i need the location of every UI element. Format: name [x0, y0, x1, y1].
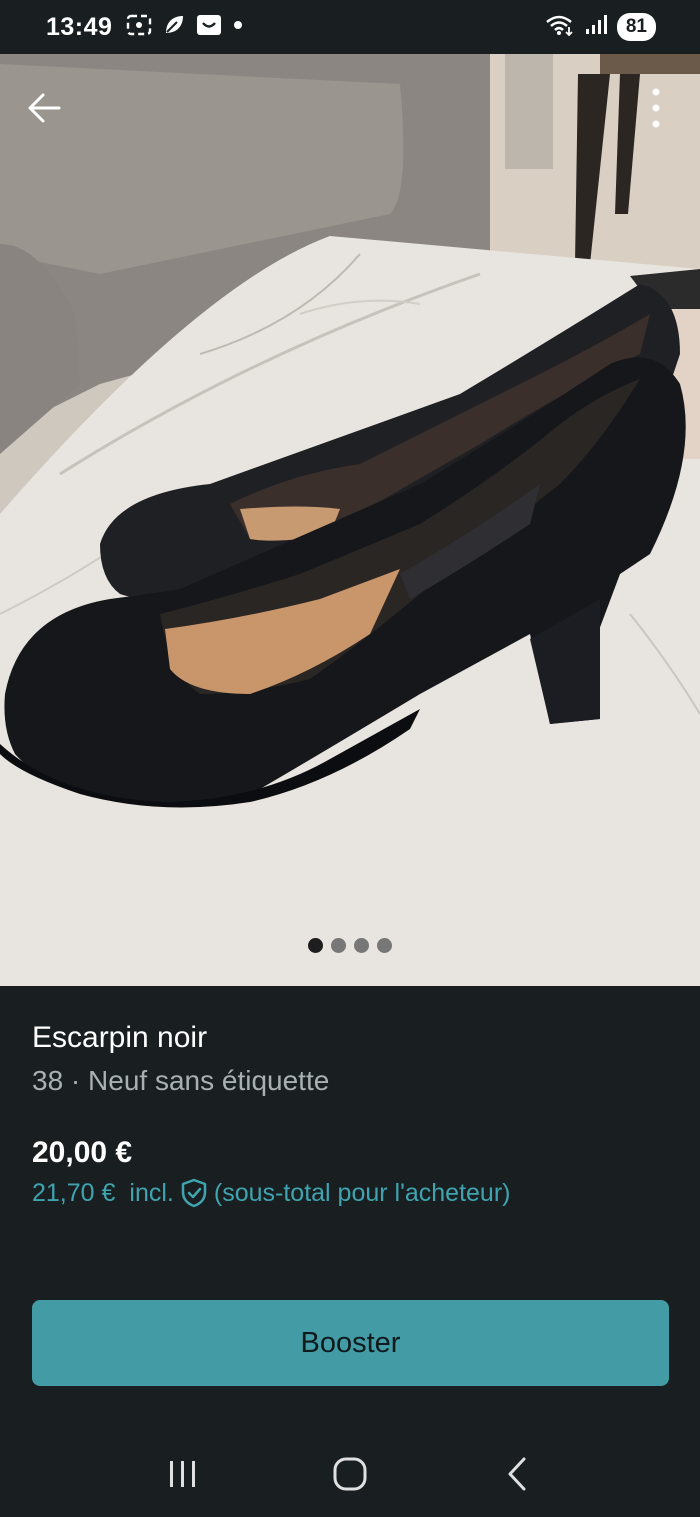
- carousel-indicator: [0, 938, 700, 953]
- home-icon: [333, 1457, 367, 1490]
- back-icon: [508, 1457, 526, 1490]
- buyer-note: (sous-total pour l'acheteur): [213, 1178, 511, 1207]
- item-subtitle: 38 · Neuf sans étiquette: [32, 1065, 330, 1096]
- item-photo-carousel[interactable]: [0, 54, 700, 986]
- more-options-button[interactable]: [636, 84, 676, 132]
- item-price: 20,00 €: [32, 1136, 133, 1169]
- back-button[interactable]: [22, 86, 66, 130]
- recent-apps-icon: [170, 1460, 196, 1487]
- status-bar: 13:49 81: [0, 0, 700, 54]
- price-total-row[interactable]: 21,70 € incl. (sous-total pour l'acheteu…: [32, 1178, 510, 1208]
- carousel-dot[interactable]: [331, 938, 346, 953]
- home-button[interactable]: [320, 1444, 380, 1504]
- screenshot-icon: [126, 13, 152, 42]
- battery-indicator: 81: [616, 13, 656, 41]
- incl-label: incl.: [129, 1178, 174, 1207]
- shoe-photo: [0, 54, 700, 986]
- signal-icon: [585, 14, 607, 41]
- wifi-icon: [545, 13, 575, 42]
- price-total: 21,70 €: [32, 1178, 116, 1207]
- notification-dot-icon: [232, 18, 244, 36]
- status-icons-left: [126, 13, 244, 42]
- carousel-dot[interactable]: [354, 938, 369, 953]
- status-time: 13:49: [46, 12, 113, 41]
- recent-apps-button[interactable]: [153, 1444, 213, 1504]
- shield-check-icon: [181, 1178, 207, 1208]
- status-icons-right: 81: [545, 13, 656, 42]
- system-nav-bar: [0, 1430, 700, 1517]
- leaf-icon: [162, 13, 186, 42]
- gallery-icon: [196, 13, 222, 42]
- booster-button[interactable]: Booster: [32, 1300, 669, 1386]
- more-vertical-icon: [652, 88, 660, 128]
- carousel-dot[interactable]: [377, 938, 392, 953]
- item-info: Escarpin noir 38 · Neuf sans étiquette: [32, 1016, 672, 1102]
- carousel-dot-active[interactable]: [308, 938, 323, 953]
- arrow-left-icon: [28, 93, 61, 123]
- nav-back-button[interactable]: [487, 1444, 547, 1504]
- item-title: Escarpin noir: [32, 1021, 208, 1054]
